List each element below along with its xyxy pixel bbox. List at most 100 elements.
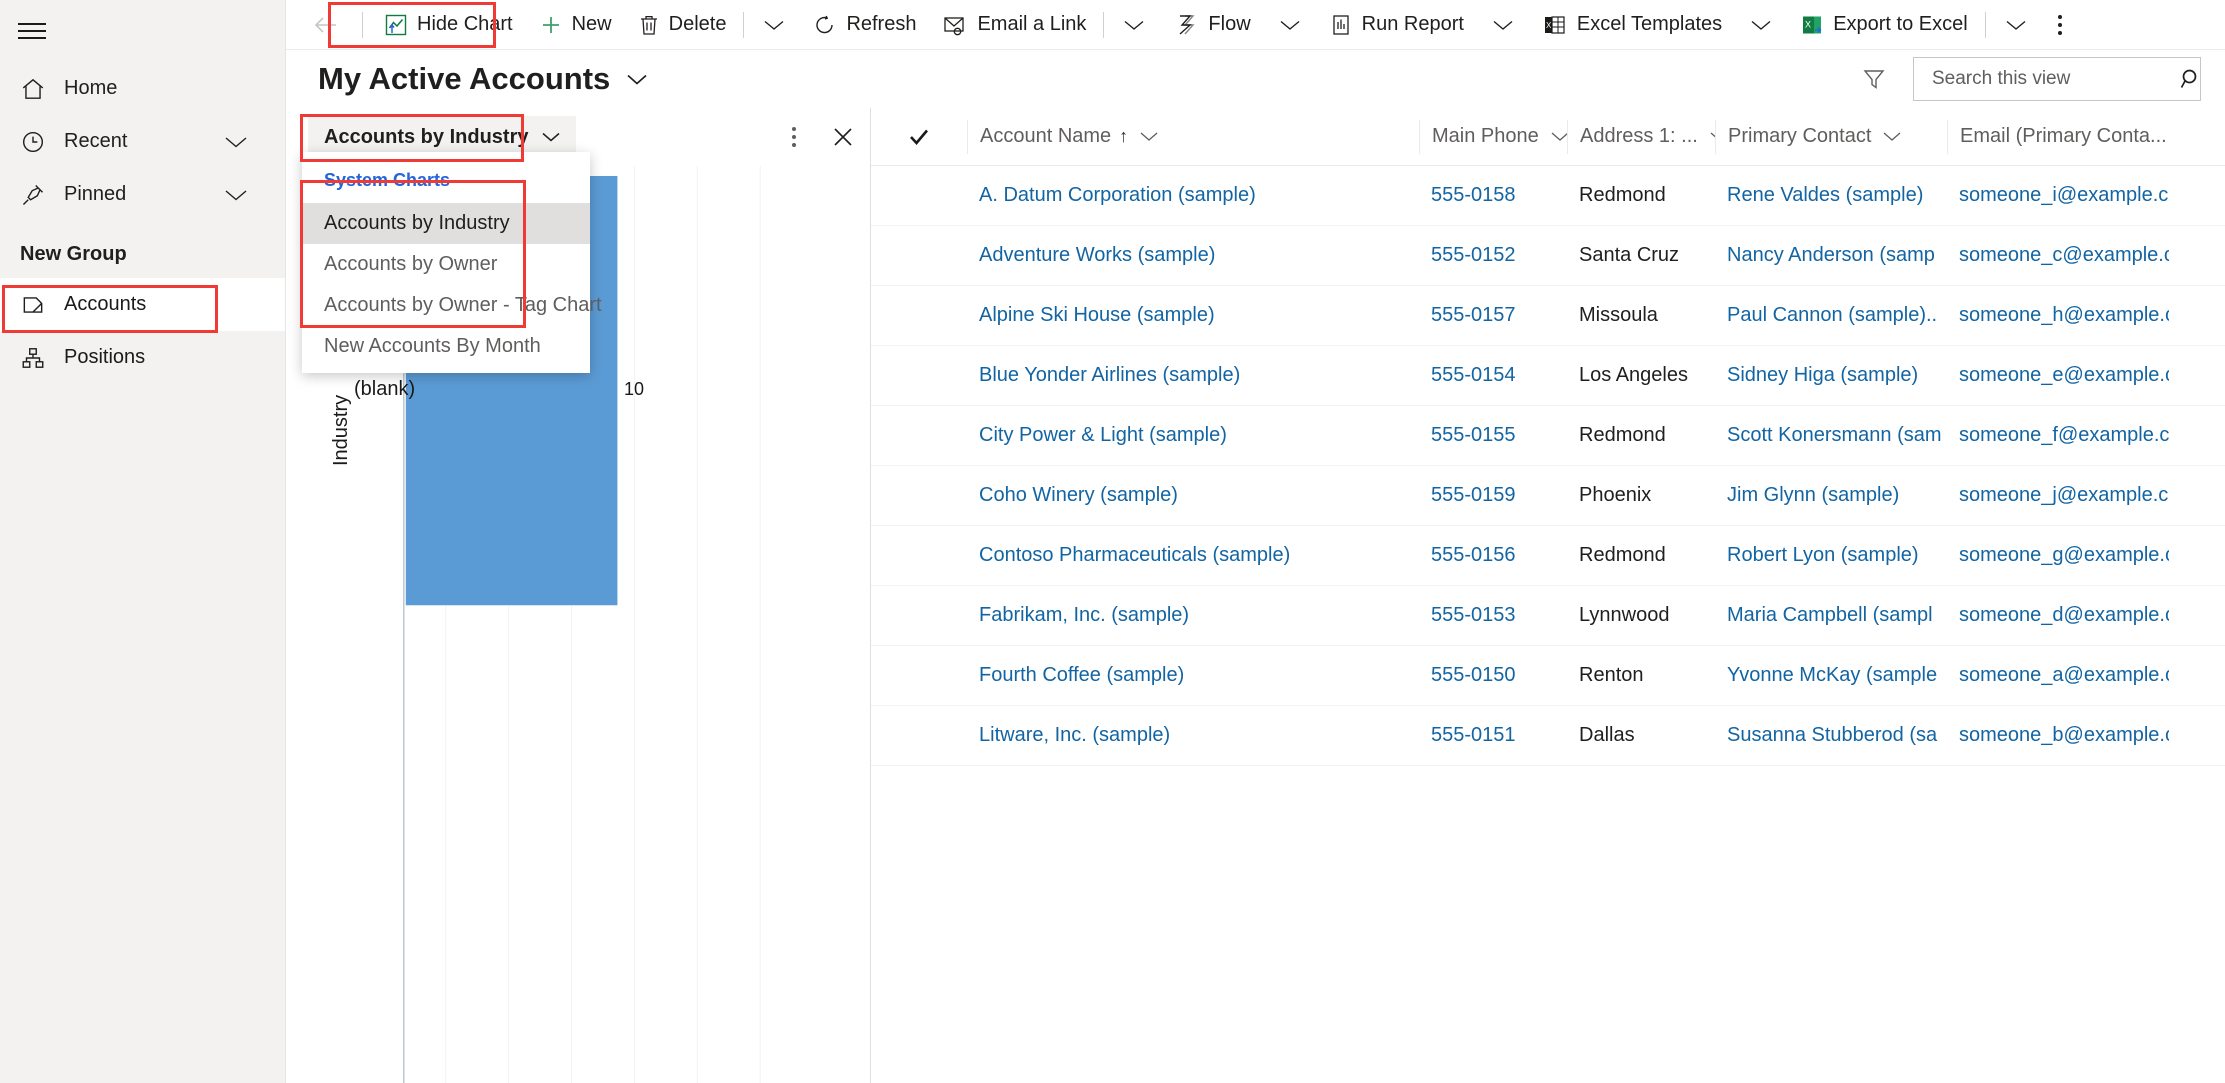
cell-main-phone[interactable]: 555-0154 [1419,364,1567,387]
table-row[interactable]: Adventure Works (sample) 555-0152 Santa Cr… [871,226,2225,286]
table-row[interactable]: Litware, Inc. (sample) 555-0151 Dallas Susa… [871,706,2225,766]
sidebar-item-recent[interactable]: Recent [0,115,285,168]
hide-chart-button[interactable]: Hide Chart [371,0,526,50]
cell-primary-contact[interactable]: Yvonne McKay (sample [1715,664,1947,687]
cell-main-phone[interactable]: 555-0157 [1419,304,1567,327]
cell-main-phone[interactable]: 555-0150 [1419,664,1567,687]
cell-primary-contact[interactable]: Sidney Higa (sample) [1715,364,1947,387]
table-row[interactable]: Alpine Ski House (sample) 555-0157 Missoul… [871,286,2225,346]
cell-primary-contact[interactable]: Rene Valdes (sample) [1715,184,1947,207]
refresh-button[interactable]: Refresh [800,0,929,50]
export-to-excel-button[interactable]: X Export to Excel [1787,0,1981,50]
table-row[interactable]: Fourth Coffee (sample) 555-0150 Renton Yvon… [871,646,2225,706]
column-header-primary-contact[interactable]: Primary Contact [1715,119,1947,154]
table-row[interactable]: Fabrikam, Inc. (sample) 555-0153 Lynnwood M… [871,586,2225,646]
dropdown-item-accounts-by-owner[interactable]: Accounts by Owner [302,244,590,285]
search-input-container[interactable] [1913,57,2201,101]
cell-main-phone[interactable]: 555-0158 [1419,184,1567,207]
cell-account-name[interactable]: A. Datum Corporation (sample) [967,184,1419,207]
cell-account-name[interactable]: City Power & Light (sample) [967,424,1419,447]
menu-icon[interactable] [0,0,64,62]
chevron-down-icon[interactable] [223,187,249,203]
new-button[interactable]: New [526,0,625,50]
cell-primary-contact[interactable]: Susanna Stubberod (sa [1715,724,1947,747]
email-a-link-button[interactable]: Email a Link [929,0,1099,50]
run-report-button[interactable]: Run Report [1316,0,1477,50]
cell-account-name[interactable]: Alpine Ski House (sample) [967,304,1419,327]
export-dropdown-chevron[interactable] [1990,0,2042,50]
excel-templates-dropdown-chevron[interactable] [1735,0,1787,50]
excel-templates-button[interactable]: X Excel Templates [1529,0,1735,50]
chevron-down-icon[interactable] [1549,130,1567,143]
select-all-checkbox[interactable] [871,124,967,150]
table-row[interactable]: Coho Winery (sample) 555-0159 Phoenix Jim G… [871,466,2225,526]
table-row[interactable]: City Power & Light (sample) 555-0155 Redmo… [871,406,2225,466]
cell-account-name[interactable]: Fabrikam, Inc. (sample) [967,604,1419,627]
chevron-down-icon[interactable] [540,130,562,144]
cell-main-phone[interactable]: 555-0155 [1419,424,1567,447]
column-header-address-1[interactable]: Address 1: ... [1567,119,1715,154]
cell-primary-contact[interactable]: Jim Glynn (sample) [1715,484,1947,507]
dropdown-item-accounts-by-owner-tag-chart[interactable]: Accounts by Owner - Tag Chart [302,285,602,326]
column-header-email-primary-contact[interactable]: Email (Primary Conta... [1947,119,2169,154]
back-button[interactable] [294,0,358,50]
dropdown-item-accounts-by-industry[interactable]: Accounts by Industry [302,203,590,244]
cell-main-phone[interactable]: 555-0159 [1419,484,1567,507]
search-input[interactable] [1930,67,2179,91]
chevron-down-icon[interactable] [1881,130,1903,143]
sidebar-item-pinned[interactable]: Pinned [0,168,285,221]
cell-account-name[interactable]: Contoso Pharmaceuticals (sample) [967,544,1419,567]
chevron-down-icon[interactable] [223,134,249,150]
chart-more-options-icon[interactable] [784,121,804,153]
cell-account-name[interactable]: Blue Yonder Airlines (sample) [967,364,1419,387]
cell-account-name[interactable]: Adventure Works (sample) [967,244,1419,267]
cell-email[interactable]: someone_i@example.c [1947,184,2169,207]
cell-email[interactable]: someone_f@example.c [1947,424,2169,447]
search-icon[interactable] [2179,67,2203,91]
run-report-dropdown-chevron[interactable] [1477,0,1529,50]
column-header-account-name[interactable]: Account Name ↑ [967,119,1419,154]
cell-main-phone[interactable]: 555-0156 [1419,544,1567,567]
grid-header-row: Account Name ↑ Main Phone Address 1: ...… [871,108,2225,166]
cell-email[interactable]: someone_e@example.c [1947,364,2169,387]
cell-main-phone[interactable]: 555-0153 [1419,604,1567,627]
delete-dropdown-chevron[interactable] [748,0,800,50]
flow-button[interactable]: Flow [1160,0,1263,50]
sidebar-item-home[interactable]: Home [0,62,285,115]
table-row[interactable]: Contoso Pharmaceuticals (sample) 555-0156… [871,526,2225,586]
flow-dropdown-chevron[interactable] [1264,0,1316,50]
cell-email[interactable]: someone_j@example.c [1947,484,2169,507]
view-selector[interactable]: My Active Accounts [318,61,650,97]
cell-main-phone[interactable]: 555-0152 [1419,244,1567,267]
cell-primary-contact[interactable]: Maria Campbell (sampl [1715,604,1947,627]
more-options-icon[interactable] [2042,0,2078,50]
cell-email[interactable]: someone_d@example.c [1947,604,2169,627]
cell-email[interactable]: someone_c@example.c [1947,244,2169,267]
cell-primary-contact[interactable]: Paul Cannon (sample).. [1715,304,1947,327]
cell-email[interactable]: someone_h@example.c [1947,304,2169,327]
column-header-main-phone[interactable]: Main Phone [1419,119,1567,154]
email-dropdown-chevron[interactable] [1108,0,1160,50]
cell-email[interactable]: someone_g@example.c [1947,544,2169,567]
sidebar-item-positions[interactable]: Positions [0,331,285,384]
cell-primary-contact[interactable]: Scott Konersmann (sam [1715,424,1947,447]
chart-header-actions [784,120,860,154]
close-icon[interactable] [826,120,860,154]
chevron-down-icon[interactable] [624,71,650,87]
chevron-down-icon[interactable] [1708,130,1715,143]
cell-primary-contact[interactable]: Nancy Anderson (samp [1715,244,1947,267]
sidebar-item-accounts[interactable]: Accounts [0,278,285,331]
cell-account-name[interactable]: Fourth Coffee (sample) [967,664,1419,687]
cell-account-name[interactable]: Coho Winery (sample) [967,484,1419,507]
chevron-down-icon[interactable] [1138,130,1160,143]
delete-button[interactable]: Delete [625,0,740,50]
table-row[interactable]: A. Datum Corporation (sample) 555-0158 Red… [871,166,2225,226]
cell-email[interactable]: someone_a@example.c [1947,664,2169,687]
cell-main-phone[interactable]: 555-0151 [1419,724,1567,747]
dropdown-item-new-accounts-by-month[interactable]: New Accounts By Month [302,326,590,367]
cell-account-name[interactable]: Litware, Inc. (sample) [967,724,1419,747]
table-row[interactable]: Blue Yonder Airlines (sample) 555-0154 Los… [871,346,2225,406]
filter-icon[interactable] [1855,60,1893,98]
cell-primary-contact[interactable]: Robert Lyon (sample) [1715,544,1947,567]
cell-email[interactable]: someone_b@example.c [1947,724,2169,747]
